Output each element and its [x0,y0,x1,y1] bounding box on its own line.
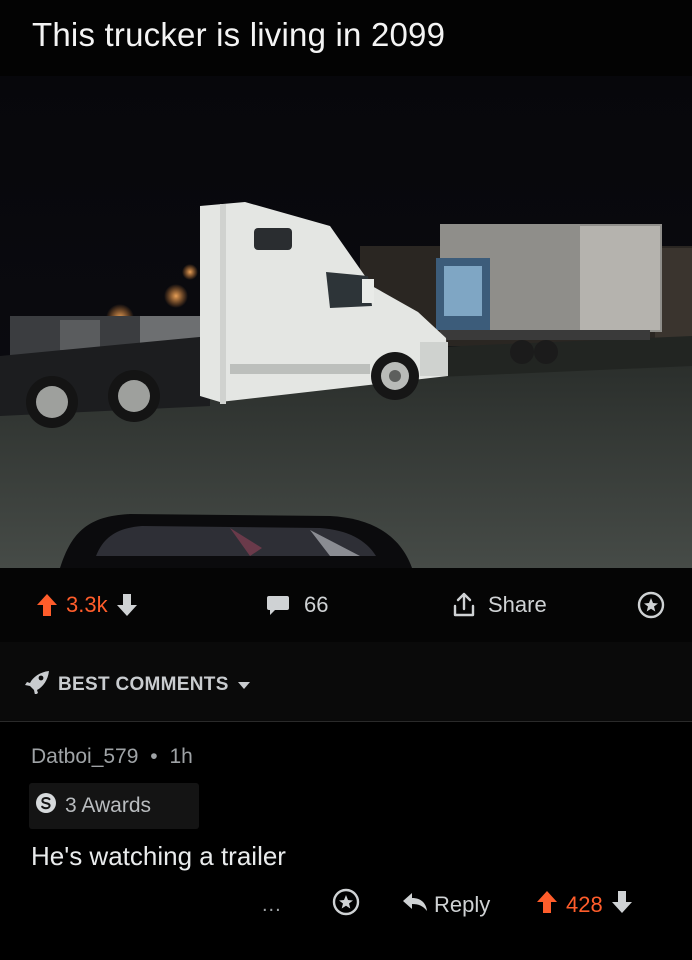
coin-icon [35,792,57,820]
caret-down-icon [237,674,251,696]
comment-body: He's watching a trailer [31,841,286,871]
vote-group: 3.3k [36,568,138,642]
downvote-icon[interactable] [611,890,633,920]
more-label: ... [262,893,282,916]
awards-badge[interactable]: 3 Awards [29,783,199,829]
comment-award-button[interactable] [332,883,360,927]
sort-dropdown[interactable]: BEST COMMENTS [24,670,251,700]
comment-vote-group: 428 [536,883,633,927]
rocket-icon [24,670,50,700]
reply-button[interactable]: Reply [402,883,490,927]
comment-score: 428 [566,892,603,917]
downvote-icon[interactable] [116,593,138,617]
comment-age: 1h [169,745,193,768]
upvote-count: 3.3k [66,592,108,617]
award-icon [637,591,665,619]
save-post-button[interactable] [637,568,665,642]
more-options-button[interactable]: ... [262,883,282,927]
upvote-icon[interactable] [36,593,58,617]
comment-count: 66 [304,592,329,617]
comment: Datboi_579 • 1h 3 Awards He's watching a… [0,723,692,960]
share-button[interactable]: Share [452,568,547,642]
award-icon [332,888,360,922]
post-actions-bar: 3.3k 66 Share [0,568,692,642]
reply-label: Reply [434,892,491,917]
title-bar: This trucker is living in 2099 [0,0,692,76]
meta-separator: • [150,745,158,768]
awards-label: 3 Awards [65,794,151,817]
comment-sort-bar: BEST COMMENTS [0,642,692,722]
post-image[interactable] [0,76,692,568]
upvote-icon[interactable] [536,890,558,920]
share-label: Share [488,592,547,617]
sort-label: BEST COMMENTS [58,674,229,695]
comment-author[interactable]: Datboi_579 [31,745,138,768]
share-icon [452,592,476,618]
reply-arrow-icon [402,892,428,918]
post-title: This trucker is living in 2099 [32,16,446,53]
truck-night-photo [0,76,692,568]
comment-bubble-icon [266,594,290,616]
comment-meta: Datboi_579 • 1h [31,745,193,769]
comments-button[interactable]: 66 [266,568,328,642]
